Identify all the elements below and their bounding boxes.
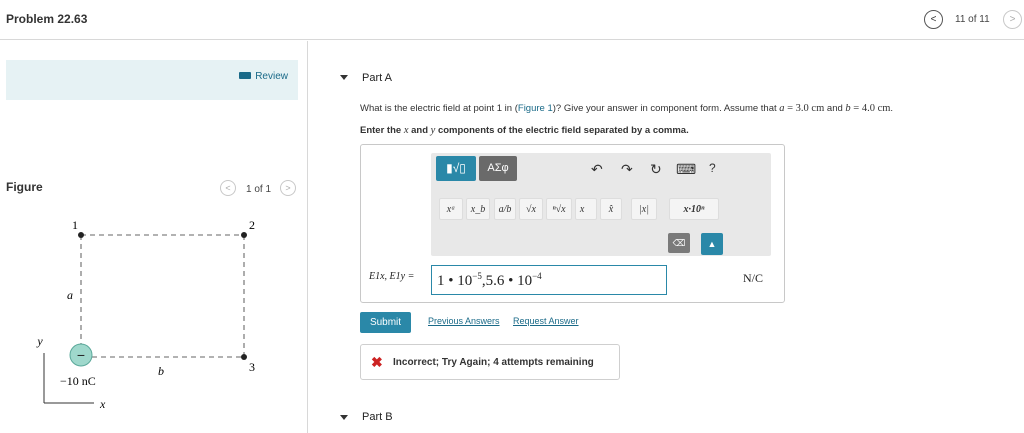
answer-label: E1x, E1y = <box>369 271 415 282</box>
subscript-button[interactable]: x_b <box>466 198 490 220</box>
book-icon <box>239 72 252 79</box>
answer-exponent-2: −4 <box>532 271 542 281</box>
answer-exponent-1: −5 <box>472 271 482 281</box>
side-a-label: a <box>67 288 73 302</box>
part-b-title[interactable]: Part B <box>362 411 393 423</box>
instruction-mid: and <box>408 125 431 136</box>
figure-link[interactable]: Figure 1 <box>518 103 553 114</box>
keyboard-icon[interactable]: ⌨ <box>676 161 696 178</box>
question-end: . <box>890 103 894 114</box>
figure-counter: 1 of 1 <box>246 184 272 195</box>
answer-value-1: 1 • 10 <box>437 273 473 289</box>
feedback-text: Incorrect; Try Again; 4 attempts remaini… <box>393 357 594 368</box>
next-problem-button[interactable]: > <box>1003 10 1022 29</box>
point-2-label: 2 <box>249 218 255 232</box>
sqrt-button[interactable]: √x <box>519 198 543 220</box>
charge-label: −10 nC <box>60 374 96 388</box>
point-1-label: 1 <box>72 218 78 232</box>
review-link[interactable]: Review <box>239 71 288 82</box>
top-bar: Problem 22.63 < 11 of 11 > <box>0 0 1024 40</box>
delete-icon[interactable]: ⌫ <box>668 233 690 253</box>
point-1 <box>78 232 84 238</box>
panel-divider <box>307 41 308 433</box>
previous-answers-link[interactable]: Previous Answers <box>428 316 500 326</box>
instruction-post: components of the electric field separat… <box>435 125 689 136</box>
y-axis-label: y <box>36 334 43 348</box>
eq-a: = 3.0 cm <box>784 103 825 114</box>
part-a-title[interactable]: Part A <box>362 72 392 84</box>
greek-symbols-button[interactable]: ΑΣφ <box>479 156 517 181</box>
feedback-box: ✖ Incorrect; Try Again; 4 attempts remai… <box>360 344 620 380</box>
unit-vector-button[interactable]: x̂ <box>600 198 622 220</box>
figure-prev-button[interactable]: < <box>220 180 236 196</box>
superscript-button[interactable]: xᵃ <box>439 198 463 220</box>
help-icon[interactable]: ? <box>709 161 716 175</box>
point-2 <box>241 232 247 238</box>
instruction-text: Enter the x and y components of the elec… <box>360 125 689 136</box>
question-text: What is the electric field at point 1 in… <box>360 103 893 114</box>
undo-icon[interactable]: ↶ <box>591 161 603 178</box>
charge-sign: − <box>77 347 85 363</box>
side-b-label: b <box>158 364 164 378</box>
point-3 <box>241 354 247 360</box>
previous-problem-button[interactable]: < <box>924 10 943 29</box>
unit-label: N/C <box>743 271 764 285</box>
and-text: and <box>824 103 846 114</box>
eq-b: = 4.0 cm <box>850 103 891 114</box>
point-3-label: 3 <box>249 360 255 374</box>
submit-button[interactable]: Submit <box>360 312 411 333</box>
figure-heading: Figure <box>6 180 43 194</box>
problem-counter: 11 of 11 <box>955 14 990 25</box>
incorrect-icon: ✖ <box>371 354 383 370</box>
figure-diagram: y x 1 2 3 a b − −10 nC <box>36 218 255 411</box>
question-mid: )? Give your answer in component form. A… <box>552 103 780 114</box>
templates-button[interactable]: ▮√▯ <box>436 156 476 181</box>
review-label: Review <box>255 71 288 82</box>
redo-icon[interactable]: ↷ <box>621 161 633 178</box>
instruction-pre: Enter the <box>360 125 404 136</box>
keypad-toggle-icon[interactable]: ▲ <box>701 233 723 255</box>
review-panel: Review <box>6 60 298 100</box>
nth-root-button[interactable]: ⁿ√x <box>546 198 572 220</box>
absolute-value-button[interactable]: |x| <box>631 198 657 220</box>
part-b-collapse-icon[interactable] <box>340 415 348 420</box>
answer-input[interactable]: 1 • 10−5,5.6 • 10−4 <box>431 265 667 295</box>
answer-value-2: ,5.6 • 10 <box>481 273 533 289</box>
figure-next-button[interactable]: > <box>280 180 296 196</box>
fraction-button[interactable]: a/b <box>494 198 516 220</box>
question-pre: What is the electric field at point 1 in… <box>360 103 518 114</box>
math-toolbar: ▮√▯ ΑΣφ ↶ ↷ ↻ ⌨ ? xᵃ x_b a/b √x ⁿ√x x⃗ x… <box>431 153 771 256</box>
vector-button[interactable]: x⃗ <box>575 198 597 220</box>
problem-title: Problem 22.63 <box>6 12 88 26</box>
answer-area: ▮√▯ ΑΣφ ↶ ↷ ↻ ⌨ ? xᵃ x_b a/b √x ⁿ√x x⃗ x… <box>360 144 785 303</box>
x-axis-label: x <box>99 397 106 411</box>
part-a-collapse-icon[interactable] <box>340 75 348 80</box>
scientific-notation-button[interactable]: x·10ⁿ <box>669 198 719 220</box>
reset-icon[interactable]: ↻ <box>650 161 662 178</box>
request-answer-link[interactable]: Request Answer <box>513 316 579 326</box>
